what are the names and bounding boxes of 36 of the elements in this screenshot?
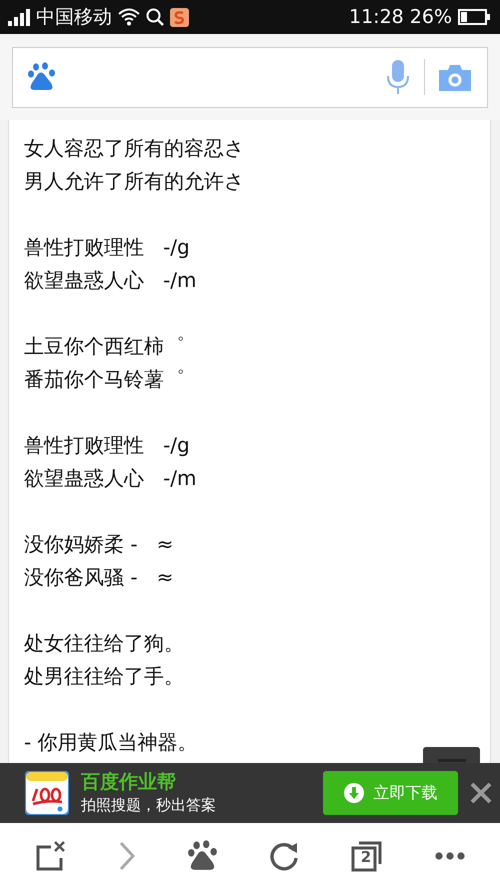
more-icon[interactable] — [434, 852, 465, 860]
download-icon — [344, 783, 364, 803]
camera-icon[interactable] — [439, 64, 471, 90]
back-to-top-button[interactable] — [423, 747, 480, 763]
text-line: 番茄你个马铃薯゜ — [24, 366, 184, 393]
text-line: 欲望蛊惑人心 -/m — [24, 465, 197, 492]
text-line: 土豆你个西红柿゜ — [24, 333, 184, 360]
text-line: 兽性打败理性 -/g — [24, 432, 190, 459]
app-logo-icon — [25, 771, 69, 815]
text-line: - 你用黄瓜当神器。 — [24, 729, 198, 756]
text-line: 女人容忍了所有的容忍さ — [24, 135, 244, 162]
close-icon[interactable] — [470, 782, 492, 804]
clock-time: 11:28 — [349, 6, 404, 28]
battery-icon — [458, 9, 490, 25]
text-line: 男人允许了所有的允许さ — [24, 168, 244, 195]
search-icon — [146, 8, 164, 26]
text-line: 没你爸风骚 - ≈ — [24, 564, 174, 591]
close-tab-icon[interactable] — [35, 840, 68, 872]
paw-logo-icon — [27, 62, 57, 92]
refresh-icon[interactable] — [269, 841, 300, 871]
text-line: 没你妈娇柔 - ≈ — [24, 531, 174, 558]
microphone-icon[interactable] — [386, 60, 410, 94]
battery-percent: 26% — [410, 6, 452, 28]
app-icon — [170, 8, 189, 26]
text-line: 处男往往给了手。 — [24, 663, 184, 690]
forward-icon[interactable] — [118, 841, 136, 871]
text-line: 欲望蛊惑人心 -/m — [24, 267, 197, 294]
ad-title: 百度作业帮 — [81, 770, 177, 794]
carrier-name: 中国移动 — [36, 5, 112, 30]
ad-subtitle: 拍照搜题，秒出答案 — [81, 795, 217, 816]
text-line: 处女往往给了狗。 — [24, 630, 184, 657]
text-line: 兽性打败理性 -/g — [24, 234, 190, 261]
paw-home-icon — [186, 840, 219, 872]
signal-icon — [8, 8, 30, 26]
wifi-icon — [118, 8, 140, 26]
search-field[interactable] — [12, 46, 488, 108]
